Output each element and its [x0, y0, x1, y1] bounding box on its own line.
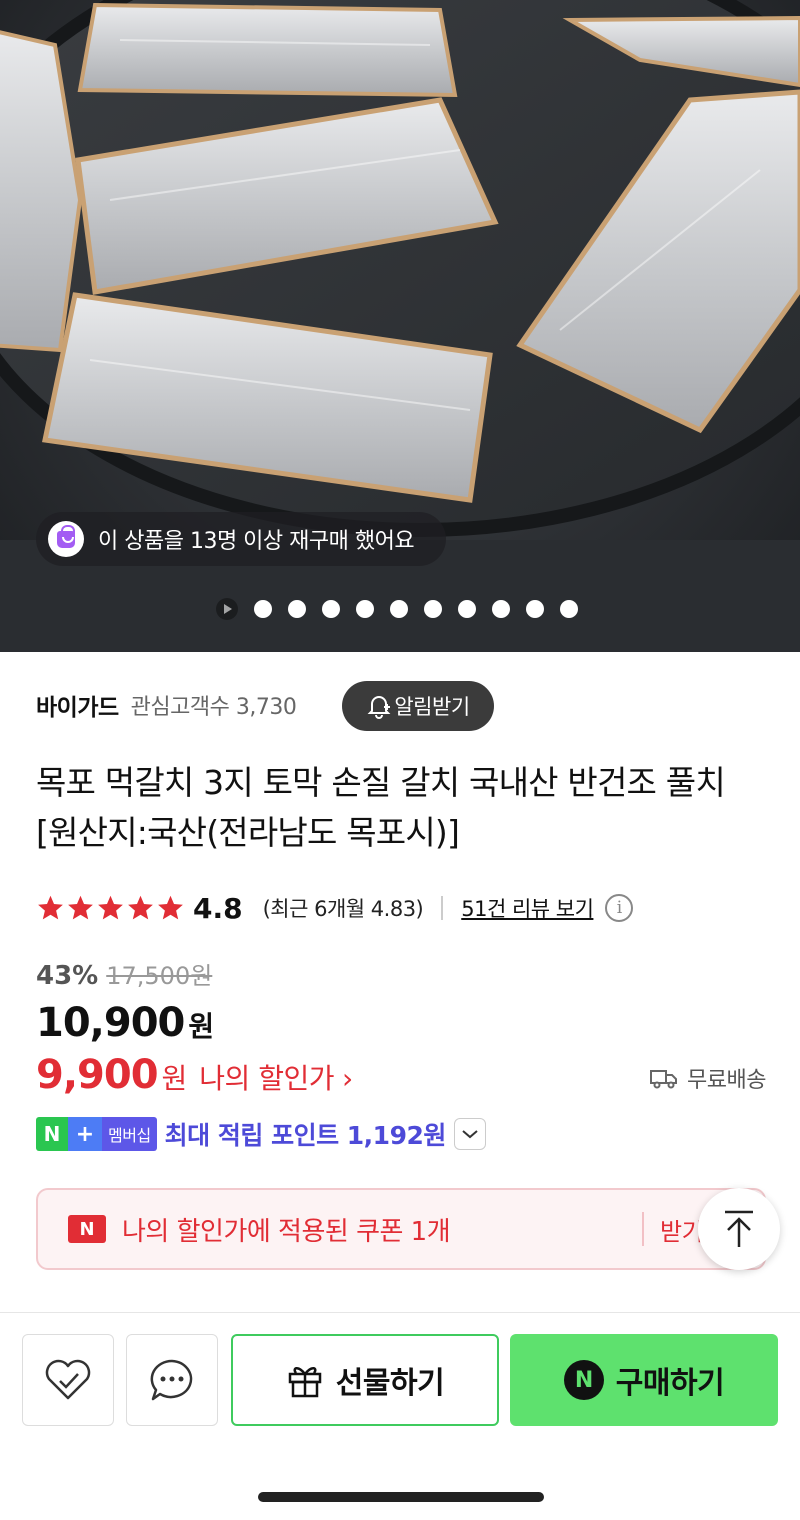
gift-button[interactable]: 선물하기: [231, 1334, 499, 1426]
wishlist-button[interactable]: [22, 1334, 114, 1426]
repurchase-badge: 이 상품을 13명 이상 재구매 했어요: [36, 512, 446, 566]
coupon-banner[interactable]: N 나의 할인가에 적용된 쿠폰 1개 받기: [36, 1188, 766, 1270]
star-icon: [38, 895, 63, 920]
shipping-label: 무료배송: [687, 1068, 766, 1093]
star-icon: [158, 895, 183, 920]
buy-button[interactable]: N 구매하기: [510, 1334, 778, 1426]
carousel-dot[interactable]: [288, 600, 306, 618]
divider: [0, 1312, 800, 1313]
membership-badge: 멤버십: [102, 1117, 157, 1151]
naver-pay-icon: N: [563, 1360, 604, 1400]
star-icon: [68, 895, 93, 920]
coupon-get-button[interactable]: 받기: [660, 1212, 704, 1247]
seller-name[interactable]: 바이가드: [36, 688, 119, 722]
naver-n-badge: N: [36, 1117, 68, 1151]
max-points-text: 최대 적립 포인트 1,192원: [164, 1121, 447, 1150]
divider: [642, 1212, 644, 1246]
delivery-truck-icon: [650, 1070, 678, 1089]
divider: [441, 896, 444, 920]
carousel-dot[interactable]: [492, 600, 510, 618]
gift-label: 선물하기: [335, 1366, 445, 1401]
naver-logo-icon: N: [68, 1215, 106, 1243]
product-image-carousel[interactable]: 이 상품을 13명 이상 재구매 했어요: [0, 0, 800, 652]
expand-dropdown-button[interactable]: [453, 1118, 486, 1150]
view-reviews-link[interactable]: 51건 리뷰 보기: [461, 893, 594, 923]
play-video-icon[interactable]: [216, 598, 238, 620]
scroll-to-top-button[interactable]: [698, 1188, 780, 1270]
discount-row: 43% 17,500원: [36, 956, 212, 991]
alert-subscribe-button[interactable]: 알림받기: [342, 681, 494, 731]
seller-fans-count: 관심고객수 3,730: [130, 695, 297, 720]
rating-score: 4.8: [193, 891, 243, 925]
arrow-up-icon: [725, 1210, 753, 1247]
repurchase-text: 이 상품을 13명 이상 재구매 했어요: [98, 529, 415, 554]
my-price-label: 나의 할인가: [199, 1062, 334, 1095]
discount-percent: 43%: [36, 961, 99, 991]
star-rating: [36, 894, 185, 922]
carousel-dot[interactable]: [424, 600, 442, 618]
sale-price: 10,900 원: [36, 1000, 214, 1046]
carousel-dot[interactable]: [458, 600, 476, 618]
shipping-info: 무료배송: [649, 1062, 766, 1094]
my-discount-price[interactable]: 9,900 원 나의 할인가 ›: [36, 1052, 353, 1098]
gift-icon: [288, 1367, 322, 1398]
alert-subscribe-label: 알림받기: [394, 695, 470, 719]
bell-plus-icon: [367, 696, 391, 719]
chevron-down-icon: [462, 1130, 478, 1139]
plus-badge: +: [68, 1117, 102, 1151]
seller-row: 바이가드 관심고객수 3,730: [36, 680, 297, 730]
carousel-indicators[interactable]: [216, 598, 578, 620]
carousel-dot[interactable]: [526, 600, 544, 618]
chevron-right-icon: ›: [342, 1062, 354, 1095]
star-icon: [128, 895, 153, 920]
carousel-dot[interactable]: [560, 600, 578, 618]
shopping-bag-icon: [48, 521, 84, 557]
star-icon: [98, 895, 123, 920]
heart-check-icon: [45, 1359, 91, 1400]
sale-price-number: 10,900: [36, 1000, 185, 1046]
chat-bubble-icon: [150, 1359, 193, 1401]
my-price-unit: 원: [161, 1062, 188, 1095]
info-icon[interactable]: i: [605, 894, 634, 922]
chat-button[interactable]: [126, 1334, 218, 1426]
home-indicator: [258, 1492, 544, 1502]
original-price: 17,500원: [106, 962, 213, 990]
rating-row: 4.8 (최근 6개월 4.83) 51건 리뷰 보기 i: [36, 888, 634, 928]
carousel-dot[interactable]: [322, 600, 340, 618]
carousel-dot[interactable]: [390, 600, 408, 618]
sale-price-unit: 원: [188, 1010, 215, 1043]
carousel-dot[interactable]: [254, 600, 272, 618]
my-price-number: 9,900: [36, 1052, 159, 1098]
membership-points-row[interactable]: N + 멤버십 최대 적립 포인트 1,192원: [36, 1116, 486, 1152]
product-title: 목포 먹갈치 3지 토막 손질 갈치 국내산 반건조 풀치 [원산지:국산(전라…: [36, 763, 726, 852]
carousel-dot[interactable]: [356, 600, 374, 618]
coupon-text: 나의 할인가에 적용된 쿠폰 1개: [122, 1216, 451, 1247]
buy-label: 구매하기: [615, 1366, 725, 1401]
recent-rating: (최근 6개월 4.83): [262, 897, 424, 921]
